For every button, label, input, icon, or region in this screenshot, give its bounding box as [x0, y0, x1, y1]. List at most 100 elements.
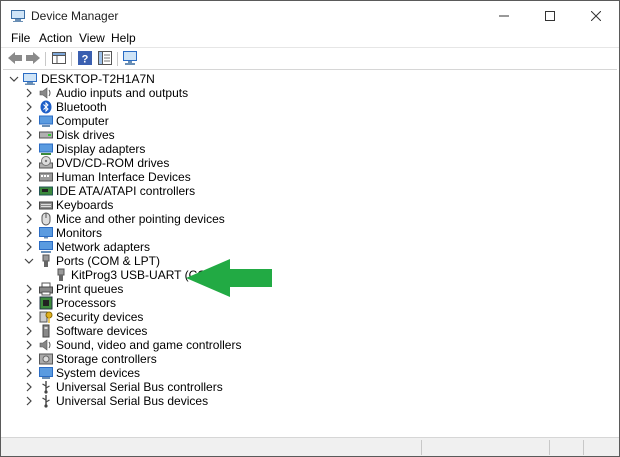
speaker-icon [39, 339, 51, 351]
port-icon [42, 254, 50, 267]
chevron-down-icon[interactable] [9, 74, 19, 84]
tree-item-label: Mice and other pointing devices [56, 212, 225, 226]
bluetooth-icon [40, 100, 52, 114]
tree-root[interactable]: DESKTOP-T2H1A7N [3, 72, 303, 87]
chevron-right-icon[interactable] [24, 312, 34, 322]
tree-item-security-devices[interactable]: Security devices [3, 310, 303, 325]
toolbar-separator [45, 52, 46, 66]
toolbar-separator [71, 52, 72, 66]
tree-item-storage-controllers[interactable]: Storage controllers [3, 352, 303, 367]
computer-icon [23, 73, 37, 85]
tree-item-label: Software devices [56, 324, 148, 338]
chevron-right-icon[interactable] [24, 200, 34, 210]
chevron-right-icon[interactable] [24, 116, 34, 126]
tree-item-system-devices[interactable]: System devices [3, 366, 303, 381]
chevron-right-icon[interactable] [24, 228, 34, 238]
chevron-right-icon[interactable] [24, 172, 34, 182]
tree-item-disk-drives[interactable]: Disk drives [3, 128, 303, 143]
chevron-right-icon[interactable] [24, 368, 34, 378]
usb-icon [42, 395, 50, 408]
tree-item-software-devices[interactable]: Software devices [3, 324, 303, 339]
device-tree: DESKTOP-T2H1A7N Audio inputs and outputs… [3, 69, 617, 437]
computer-name: DESKTOP-T2H1A7N [41, 72, 155, 86]
svg-text:?: ? [82, 54, 89, 66]
tree-item-label: Universal Serial Bus devices [56, 394, 209, 408]
security-key-icon [39, 311, 53, 323]
show-hide-console-tree-icon[interactable] [51, 50, 67, 66]
chevron-right-icon[interactable] [24, 88, 34, 98]
chevron-down-icon[interactable] [24, 256, 34, 266]
title-bar[interactable]: Device Manager [1, 1, 619, 31]
menu-file[interactable]: File [11, 31, 30, 45]
chevron-right-icon[interactable] [24, 242, 34, 252]
properties-icon[interactable] [97, 50, 113, 66]
speaker-icon [39, 87, 51, 99]
menu-view[interactable]: View [79, 31, 105, 45]
monitor-icon [39, 227, 53, 239]
tree-item-usb-devices[interactable]: Universal Serial Bus devices [3, 394, 303, 409]
chevron-right-icon[interactable] [24, 340, 34, 350]
status-pane [549, 440, 550, 455]
tree-item-usb-controllers[interactable]: Universal Serial Bus controllers [3, 380, 303, 395]
tree-item-computer[interactable]: Computer [3, 114, 303, 129]
chevron-right-icon[interactable] [24, 326, 34, 336]
computer-icon [39, 115, 53, 127]
chevron-right-icon[interactable] [24, 158, 34, 168]
status-pane [421, 440, 422, 455]
chevron-right-icon[interactable] [24, 214, 34, 224]
display-adapter-icon [39, 143, 53, 155]
chevron-right-icon[interactable] [24, 186, 34, 196]
usb-icon [42, 381, 50, 394]
keyboard-icon [39, 201, 53, 210]
scan-hardware-icon[interactable] [122, 50, 138, 66]
tree-item-audio[interactable]: Audio inputs and outputs [3, 86, 303, 101]
forward-arrow-icon[interactable] [25, 50, 41, 66]
tree-item-processors[interactable]: Processors [3, 296, 303, 311]
tree-item-label: Ports (COM & LPT) [56, 254, 161, 268]
chevron-right-icon[interactable] [24, 102, 34, 112]
tree-item-bluetooth[interactable]: Bluetooth [3, 100, 303, 115]
menu-action[interactable]: Action [39, 31, 72, 45]
minimize-button[interactable] [481, 1, 527, 31]
tree-item-display-adapters[interactable]: Display adapters [3, 142, 303, 157]
disk-drive-icon [39, 131, 53, 139]
printer-icon [39, 282, 53, 296]
tree-item-label: Bluetooth [56, 100, 107, 114]
tree-item-hid[interactable]: Human Interface Devices [3, 170, 303, 185]
chevron-right-icon[interactable] [24, 396, 34, 406]
tree-item-label: Audio inputs and outputs [56, 86, 189, 100]
tree-item-network-adapters[interactable]: Network adapters [3, 240, 303, 255]
help-icon[interactable]: ? [77, 50, 93, 66]
tree-item-ide-controllers[interactable]: IDE ATA/ATAPI controllers [3, 184, 303, 199]
tree-item-keyboards[interactable]: Keyboards [3, 198, 303, 213]
tree-item-label: Security devices [56, 310, 144, 324]
chevron-right-icon[interactable] [24, 382, 34, 392]
tree-item-monitors[interactable]: Monitors [3, 226, 303, 241]
chevron-right-icon[interactable] [24, 130, 34, 140]
close-button[interactable] [573, 1, 619, 31]
software-device-icon [42, 324, 50, 338]
hid-icon [39, 172, 53, 182]
tree-item-label: Display adapters [56, 142, 146, 156]
tree-item-dvd-drives[interactable]: DVD/CD-ROM drives [3, 156, 303, 171]
chevron-right-icon[interactable] [24, 298, 34, 308]
chevron-right-icon[interactable] [24, 354, 34, 364]
close-icon [591, 11, 601, 21]
chevron-right-icon[interactable] [24, 144, 34, 154]
tree-item-label: Storage controllers [56, 352, 157, 366]
mouse-icon [41, 212, 51, 226]
chevron-right-icon[interactable] [24, 284, 34, 294]
processor-icon [39, 296, 53, 310]
tree-item-label: System devices [56, 366, 141, 380]
device-manager-icon [11, 10, 25, 22]
menu-help[interactable]: Help [111, 31, 136, 45]
device-manager-window: Device Manager File Action View Help ? D… [0, 0, 620, 457]
back-arrow-icon[interactable] [7, 50, 23, 66]
tree-item-sound-video[interactable]: Sound, video and game controllers [3, 338, 303, 353]
maximize-button[interactable] [527, 1, 573, 31]
storage-controller-icon [39, 353, 53, 365]
tree-item-mice[interactable]: Mice and other pointing devices [3, 212, 303, 227]
dvd-drive-icon [39, 156, 53, 169]
tree-item-label: DVD/CD-ROM drives [56, 156, 170, 170]
network-adapter-icon [39, 241, 53, 253]
